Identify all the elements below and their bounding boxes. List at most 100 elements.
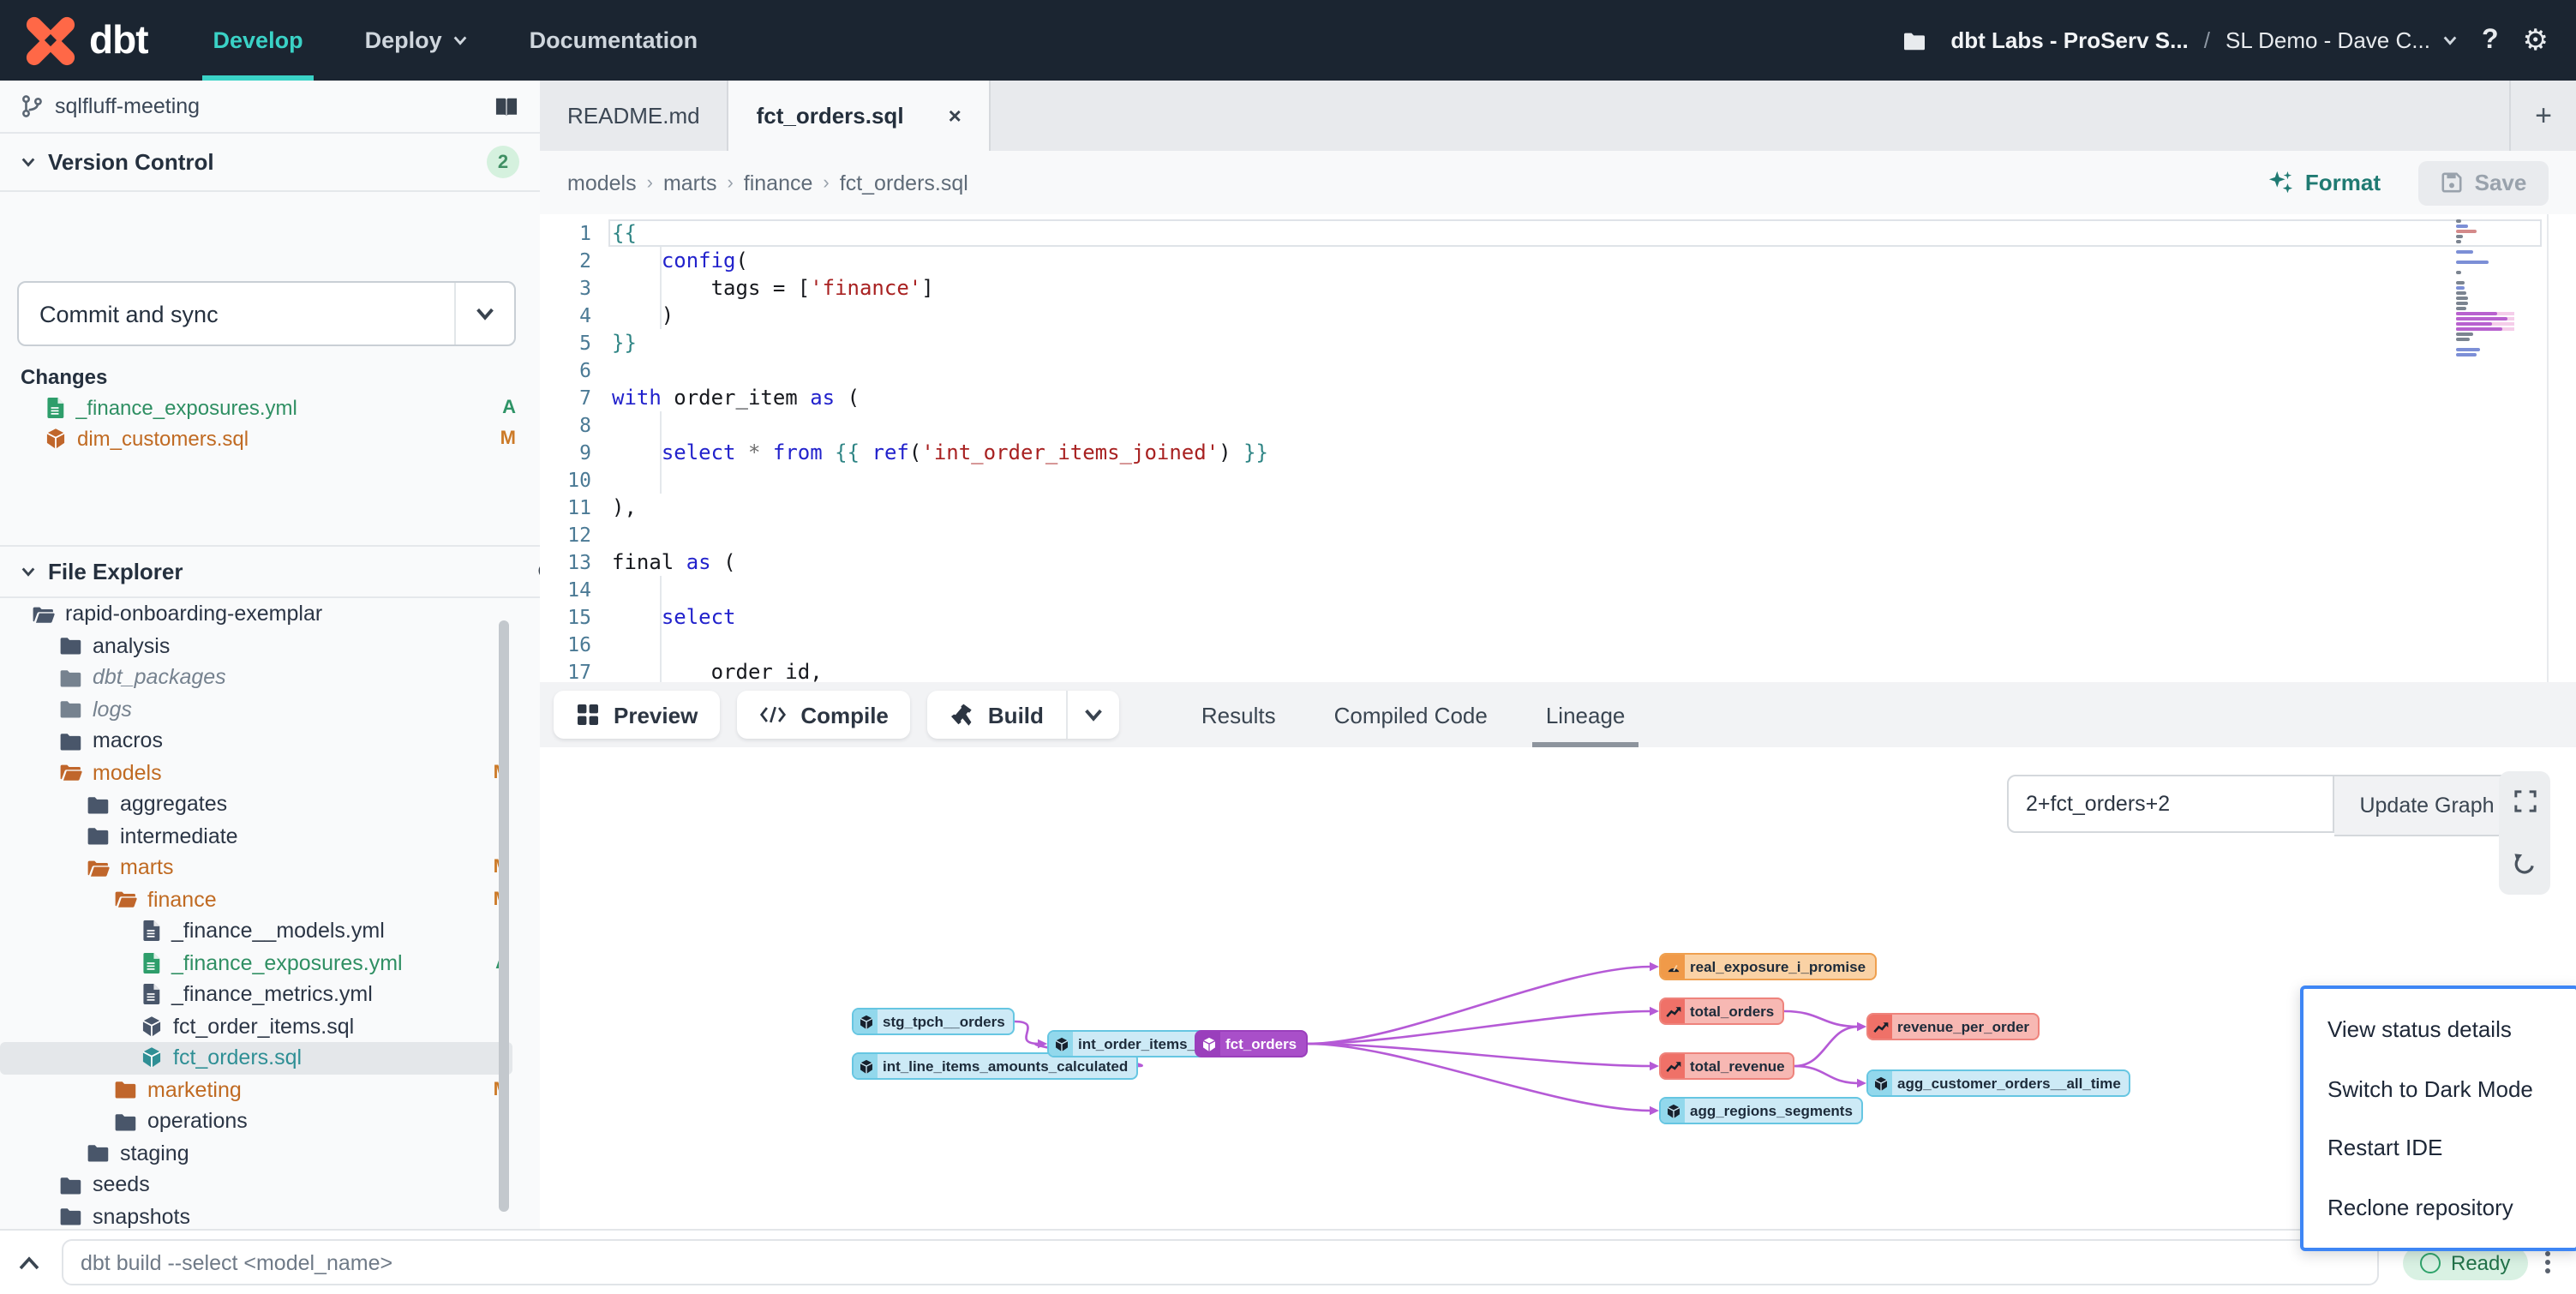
folder-open-icon xyxy=(86,857,110,879)
lineage-panel[interactable]: stg_tpch__ordersint_line_items_amounts_c… xyxy=(540,747,2576,1229)
nav-item-documentation[interactable]: Documentation xyxy=(530,0,698,81)
tree-item-fct_order_items.sql[interactable]: fct_order_items.sql xyxy=(0,1010,540,1042)
commit-and-sync-button[interactable]: Commit and sync xyxy=(17,281,516,346)
tree-item-marketing[interactable]: marketingM xyxy=(0,1074,540,1105)
tree-item-_finance_exposures.yml[interactable]: _finance_exposures.ymlA xyxy=(0,947,540,979)
sidebar-scrollbar[interactable] xyxy=(499,620,509,1212)
folder-open-icon xyxy=(58,762,82,784)
compile-button[interactable]: Compile xyxy=(737,691,911,739)
git-status-badge: M xyxy=(500,428,516,449)
lineage-node-total_orders[interactable]: total_orders xyxy=(1659,997,1784,1025)
format-button[interactable]: Format xyxy=(2267,170,2381,195)
tree-item-label: logs xyxy=(93,698,132,722)
code-editor[interactable]: 1{{2 config(3 tags = ['finance']4 )5}}67… xyxy=(540,214,2576,682)
tree-item-marts[interactable]: martsM xyxy=(0,852,540,884)
fullscreen-icon[interactable] xyxy=(2513,791,2536,813)
tree-item-logs[interactable]: logs xyxy=(0,693,540,725)
tree-item-_finance__models.yml[interactable]: _finance__models.yml xyxy=(0,915,540,947)
lineage-node-label: real_exposure_i_promise xyxy=(1685,958,1874,975)
update-graph-button[interactable]: Update Graph xyxy=(2334,775,2521,836)
save-label: Save xyxy=(2475,170,2527,195)
folder-icon xyxy=(58,698,82,721)
tree-item-intermediate[interactable]: intermediate xyxy=(0,820,540,852)
nav-item-label: Develop xyxy=(213,27,303,53)
new-tab-button[interactable]: + xyxy=(2509,81,2576,151)
lineage-selector-input[interactable] xyxy=(2007,775,2334,833)
nav-item-develop[interactable]: Develop xyxy=(213,0,303,81)
gear-icon[interactable]: ⚙ xyxy=(2523,26,2549,55)
lineage-node-real_exposure_i_promise[interactable]: real_exposure_i_promise xyxy=(1659,953,1876,980)
tree-item-dbt_packages[interactable]: dbt_packages xyxy=(0,662,540,693)
minimap[interactable] xyxy=(2456,219,2514,358)
editor-scrollbar[interactable] xyxy=(2547,214,2549,682)
tree-item-models[interactable]: modelsM xyxy=(0,757,540,788)
folder-open-icon xyxy=(113,889,137,911)
docs-book-icon[interactable] xyxy=(494,95,519,117)
tree-item-staging[interactable]: staging xyxy=(0,1137,540,1169)
preview-button[interactable]: Preview xyxy=(554,691,720,739)
lineage-node-revenue_per_order[interactable]: revenue_per_order xyxy=(1866,1013,2040,1040)
chevron-up-icon[interactable] xyxy=(17,1254,41,1271)
breadcrumb-item[interactable]: models xyxy=(567,171,637,195)
breadcrumb: models›marts›finance›fct_orders.sql xyxy=(567,171,968,195)
tree-item-seeds[interactable]: seeds xyxy=(0,1169,540,1201)
breadcrumb-item[interactable]: marts xyxy=(663,171,717,195)
tree-item-rapid-onboarding-exemplar[interactable]: rapid-onboarding-exemplar xyxy=(0,598,540,630)
menu-item-view-status-details[interactable]: View status details xyxy=(2303,1013,2576,1045)
breadcrumb-item[interactable]: fct_orders.sql xyxy=(840,171,968,195)
build-button[interactable]: Build xyxy=(928,691,1066,739)
commit-options-chevron[interactable] xyxy=(454,283,514,344)
tree-item-analysis[interactable]: analysis xyxy=(0,630,540,662)
menu-item-switch-to-dark-mode[interactable]: Switch to Dark Mode xyxy=(2303,1072,2576,1105)
save-button[interactable]: Save xyxy=(2418,160,2549,205)
changed-file-row[interactable]: dim_customers.sqlM xyxy=(0,423,540,454)
branch-row[interactable]: sqlfluff-meeting xyxy=(0,81,540,134)
breadcrumb-item[interactable]: finance xyxy=(744,171,813,195)
lineage-node-total_revenue[interactable]: total_revenue xyxy=(1659,1052,1795,1080)
model-cube-icon xyxy=(1868,1071,1892,1095)
dbt-command-input[interactable] xyxy=(62,1239,2379,1285)
result-tabs: Results Compiled Code Lineage xyxy=(1201,682,1626,747)
lineage-node-label: revenue_per_order xyxy=(1892,1018,2038,1035)
format-label: Format xyxy=(2305,170,2381,195)
metric-icon xyxy=(1868,1015,1892,1039)
lineage-node-agg_regions_segments[interactable]: agg_regions_segments xyxy=(1659,1097,1863,1124)
panel-tab-lineage[interactable]: Lineage xyxy=(1546,682,1626,747)
metric-icon xyxy=(1661,1054,1685,1078)
help-icon[interactable]: ? xyxy=(2482,25,2499,56)
build-options-chevron[interactable] xyxy=(1066,691,1119,739)
nav-item-deploy[interactable]: Deploy xyxy=(365,0,468,81)
dbt-logo[interactable]: dbt xyxy=(24,15,148,66)
sparkles-icon xyxy=(2267,170,2293,195)
code-line: 9 select * from {{ ref('int_order_items_… xyxy=(540,439,2576,466)
code-line: 12 xyxy=(540,521,2576,548)
tree-item-aggregates[interactable]: aggregates xyxy=(0,788,540,820)
tree-item-label: _finance_metrics.yml xyxy=(171,983,373,1007)
changed-file-row[interactable]: _finance_exposures.ymlA xyxy=(0,392,540,423)
lineage-node-agg_customer_orders__all_time[interactable]: agg_customer_orders__all_time xyxy=(1866,1069,2131,1097)
tree-item-macros[interactable]: macros xyxy=(0,725,540,757)
kebab-menu-icon[interactable] xyxy=(2544,1251,2549,1273)
close-icon[interactable]: × xyxy=(949,103,962,129)
build-label: Build xyxy=(988,702,1044,728)
tree-item-fct_orders.sql[interactable]: fct_orders.sql xyxy=(0,1042,512,1074)
version-control-header[interactable]: Version Control 2 xyxy=(0,134,540,192)
account-project-switcher[interactable]: dbt Labs - ProServ S... / SL Demo - Dave… xyxy=(1950,27,2458,53)
panel-tab-compiled-code[interactable]: Compiled Code xyxy=(1334,682,1488,747)
panel-tab-results[interactable]: Results xyxy=(1201,682,1276,747)
tree-item-_finance_metrics.yml[interactable]: _finance_metrics.yml xyxy=(0,979,540,1010)
tree-item-finance[interactable]: financeM xyxy=(0,884,540,915)
lineage-node-fct_orders[interactable]: fct_orders xyxy=(1195,1030,1307,1057)
menu-item-restart-ide[interactable]: Restart IDE xyxy=(2303,1132,2576,1165)
editor-tab-fct_orders.sql[interactable]: fct_orders.sql× xyxy=(729,81,991,151)
lineage-node-label: agg_customer_orders__all_time xyxy=(1892,1075,2130,1092)
tree-item-snapshots[interactable]: snapshots xyxy=(0,1201,540,1229)
lineage-tools xyxy=(2499,771,2550,895)
reset-view-icon[interactable] xyxy=(2513,852,2537,876)
editor-tab-README.md[interactable]: README.md xyxy=(540,81,729,151)
tree-item-label: macros xyxy=(93,729,163,753)
tree-item-operations[interactable]: operations xyxy=(0,1105,540,1137)
menu-item-reclone-repository[interactable]: Reclone repository xyxy=(2303,1191,2576,1224)
lineage-node-stg_tpch__orders[interactable]: stg_tpch__orders xyxy=(852,1008,1015,1035)
file-explorer-header[interactable]: File Explorer xyxy=(0,545,542,598)
